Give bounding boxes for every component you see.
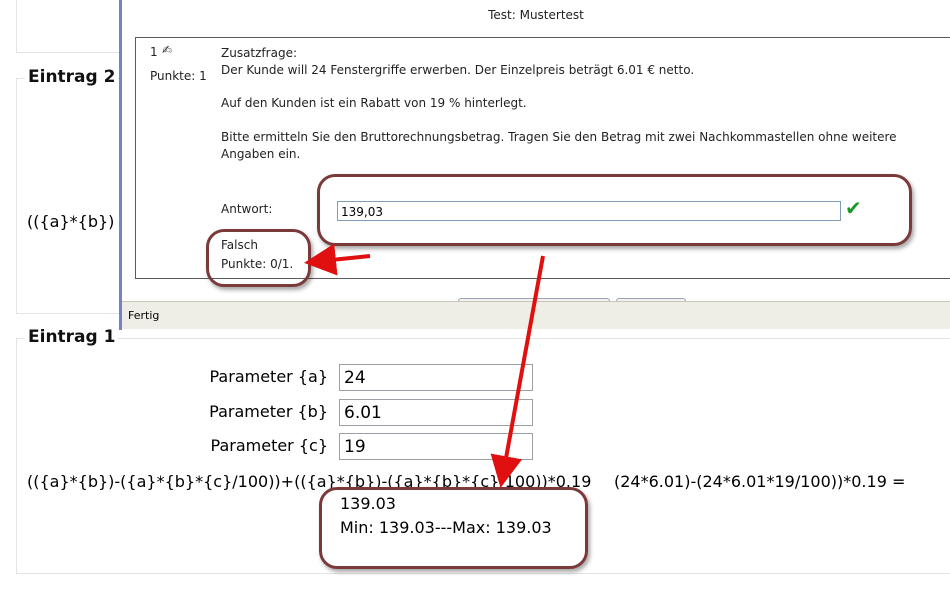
annotation-arrows	[304, 243, 545, 488]
arrow-to-result	[304, 243, 371, 276]
arrow-to-minmax	[490, 255, 545, 488]
